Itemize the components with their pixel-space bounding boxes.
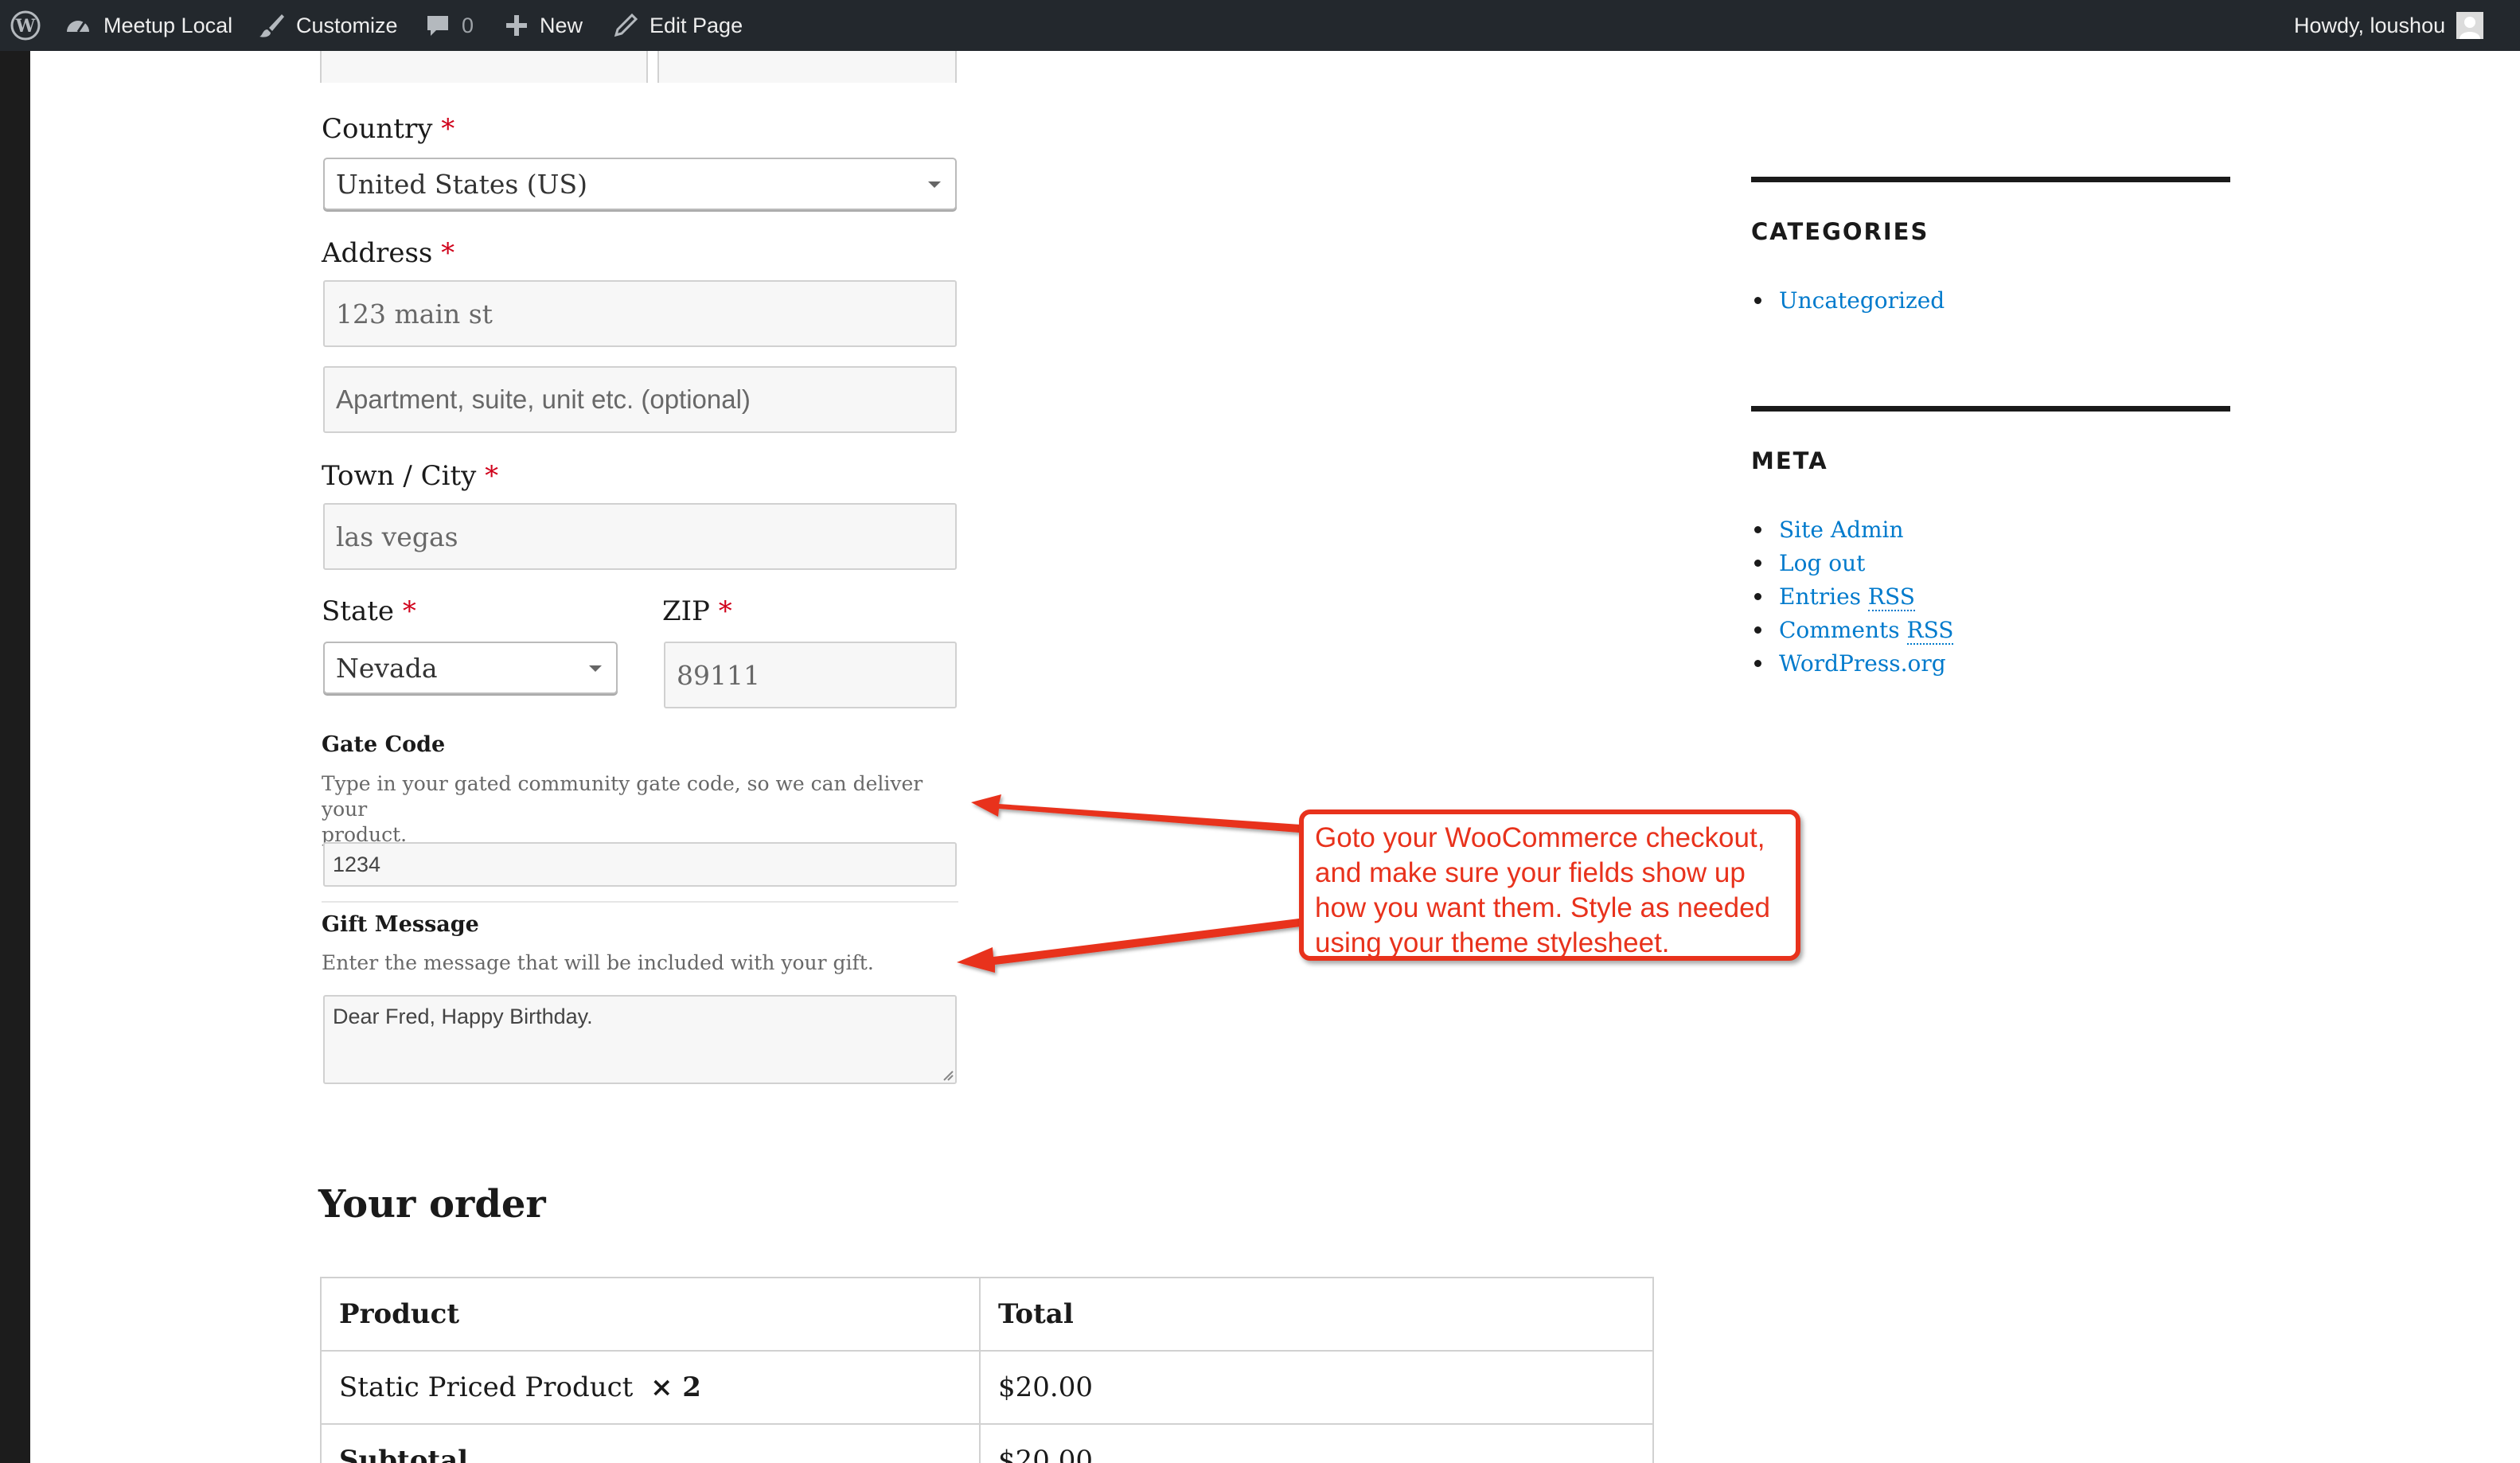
order-title: Your order	[318, 1182, 546, 1227]
product-header: Product	[320, 1277, 981, 1352]
subtotal-label: Subtotal	[320, 1423, 981, 1463]
table-header-row: Product Total	[320, 1277, 1654, 1352]
total-header: Total	[979, 1277, 1654, 1352]
product-cell: Static Priced Product × 2	[320, 1350, 981, 1425]
arrow-to-gate-code	[971, 794, 1301, 833]
table-row: Static Priced Product × 2 $20.00	[320, 1350, 1654, 1425]
arrow-to-gift-message	[957, 919, 1301, 973]
table-row: Subtotal $20.00	[320, 1423, 1654, 1463]
subtotal-value: $20.00	[979, 1423, 1654, 1463]
annotation-arrows	[957, 794, 1301, 973]
annotation-callout: Goto your WooCommerce checkout, and make…	[1299, 810, 1800, 961]
total-cell: $20.00	[979, 1350, 1654, 1425]
order-table: Product Total Static Priced Product × 2 …	[320, 1277, 1654, 1463]
